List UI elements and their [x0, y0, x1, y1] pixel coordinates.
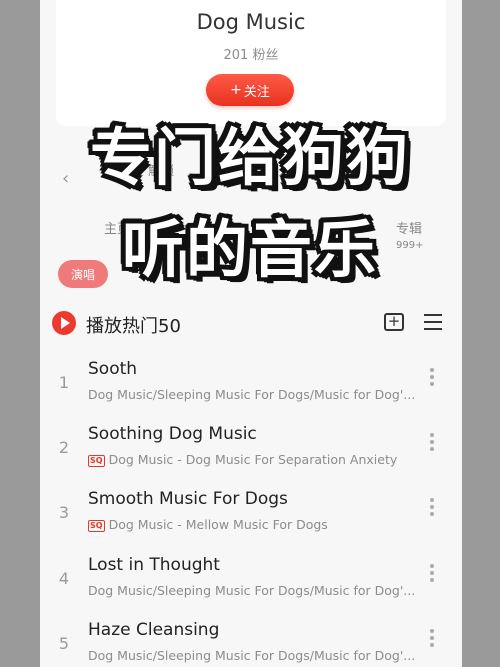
more-dot: [430, 368, 434, 372]
section-title[interactable]: 播放热门50: [86, 312, 181, 338]
hot-songs-header: 播放热门50: [40, 304, 462, 344]
more-dot: [430, 636, 434, 640]
sq-quality-badge: SQ: [88, 455, 105, 467]
track-row[interactable]: 5 Haze Cleansing Dog Music/Sleeping Music …: [40, 615, 462, 667]
more-dot: [430, 643, 434, 647]
track-subtitle: Dog Music/Sleeping Music For Dogs/Music …: [88, 387, 418, 402]
plus-icon: +: [230, 82, 242, 98]
track-row[interactable]: 3 Smooth Music For Dogs SQ Dog Music - Mell…: [40, 484, 462, 548]
track-title: Sooth: [88, 359, 138, 379]
track-artist-album: Dog Music - Mellow Music For Dogs: [108, 517, 328, 532]
more-vertical-icon[interactable]: [430, 564, 434, 584]
more-vertical-icon[interactable]: [430, 433, 434, 453]
track-row[interactable]: 4 Lost in Thought Dog Music/Sleeping Music…: [40, 550, 462, 614]
track-title: Lost in Thought: [88, 555, 220, 575]
track-title: Soothing Dog Music: [88, 424, 257, 444]
fan-count: 201 粉丝: [223, 48, 279, 63]
more-dot: [430, 498, 434, 502]
more-dot: [430, 512, 434, 516]
more-dot: [430, 375, 434, 379]
track-artist-album: Dog Music/Sleeping Music For Dogs/Music …: [88, 583, 416, 598]
more-dot: [430, 578, 434, 582]
more-vertical-icon[interactable]: [430, 629, 434, 649]
track-number: 4: [58, 569, 70, 588]
track-number: 5: [58, 634, 70, 653]
more-dot: [430, 629, 434, 633]
artist-card: Dog Music 201 粉丝 + 关注: [56, 0, 446, 126]
more-dot: [430, 440, 434, 444]
track-title: Haze Cleansing: [88, 620, 220, 640]
left-background-strip: [0, 0, 40, 667]
more-dot: [430, 564, 434, 568]
follow-label: 关注: [243, 84, 270, 100]
track-artist-album: Dog Music/Sleeping Music For Dogs/Music …: [88, 648, 416, 663]
track-number: 2: [58, 438, 70, 457]
overlay-title-line-1: 专门给狗狗: [89, 121, 410, 194]
more-dot: [430, 505, 434, 509]
track-row[interactable]: 2 Soothing Dog Music SQ Dog Music - Dog Mus…: [40, 419, 462, 483]
track-subtitle: Dog Music/Sleeping Music For Dogs/Music …: [88, 583, 418, 598]
more-dot: [430, 571, 434, 575]
track-subtitle: SQ Dog Music - Dog Music For Separation A…: [88, 452, 418, 467]
follow-button[interactable]: + 关注: [206, 74, 294, 106]
more-vertical-icon[interactable]: [430, 368, 434, 388]
more-dot: [430, 433, 434, 437]
overlay-title-line-2: 听的音乐: [121, 213, 378, 286]
artist-name: Dog Music: [196, 10, 306, 34]
more-dot: [430, 447, 434, 451]
track-subtitle: SQ Dog Music - Mellow Music For Dogs: [88, 517, 418, 532]
add-playlist-icon[interactable]: [384, 312, 404, 331]
track-artist-album: Dog Music - Dog Music For Separation Anx…: [108, 452, 398, 467]
more-vertical-icon[interactable]: [430, 498, 434, 518]
track-number: 1: [58, 373, 70, 392]
track-subtitle: Dog Music/Sleeping Music For Dogs/Music …: [88, 648, 418, 663]
track-title: Smooth Music For Dogs: [88, 489, 288, 509]
sq-quality-badge: SQ: [88, 520, 105, 532]
right-background-strip: [462, 0, 500, 667]
track-row[interactable]: 1 Sooth Dog Music/Sleeping Music For Dogs/…: [40, 354, 462, 418]
track-artist-album: Dog Music/Sleeping Music For Dogs/Music …: [88, 387, 416, 402]
track-number: 3: [58, 503, 70, 522]
more-dot: [430, 382, 434, 386]
menu-lines-icon[interactable]: [424, 314, 442, 330]
play-circle-icon[interactable]: [52, 311, 76, 335]
